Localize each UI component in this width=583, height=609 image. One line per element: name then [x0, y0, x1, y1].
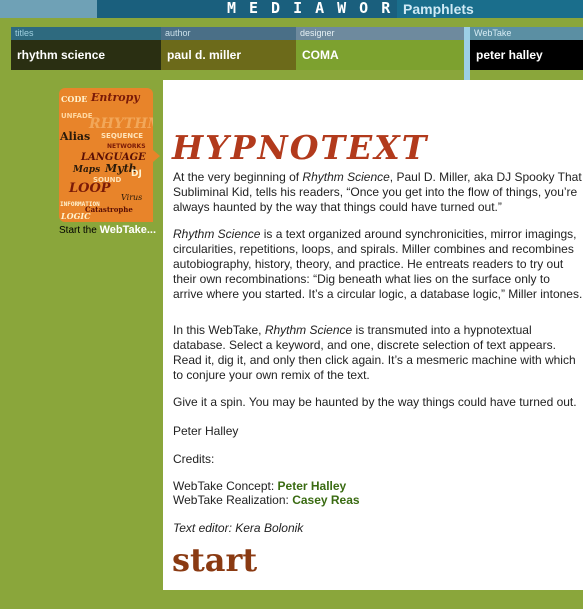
pamphlets-section[interactable]: Pamphlets [397, 0, 583, 18]
p3-book-title: Rhythm Science [264, 323, 353, 337]
start-webtake-hint[interactable]: Start the WebTake... [59, 224, 156, 236]
designer-value[interactable]: COMA [296, 40, 464, 70]
word-collage-image: CODE Entropy UNFADE RHYTHM Alias SEQUENC… [59, 91, 153, 221]
credit-concept: WebTake Concept: Peter Halley [173, 479, 583, 494]
author-column: author paul d. miller [161, 27, 296, 70]
thumb-word: Entropy [90, 91, 141, 104]
thumb-word: DJ [131, 169, 142, 179]
thumb-word: NETWORKS [107, 143, 146, 150]
p2-book-title: Rhythm Science [173, 227, 261, 241]
p1-text-a: At the very beginning of [173, 170, 303, 184]
designer-label: designer [296, 27, 464, 40]
editor-credit: Text editor: Kera Bolonik [173, 521, 304, 535]
webtake-label: WebTake [470, 27, 583, 40]
realization-label: WebTake Realization: [173, 493, 293, 507]
intro-paragraph: At the very beginning of Rhythm Science,… [173, 170, 583, 215]
designer-column: designer COMA [296, 27, 464, 70]
realization-name-link[interactable]: Casey Reas [292, 493, 359, 507]
description-paragraph: Rhythm Science is a text organized aroun… [173, 227, 583, 302]
thumb-word: CODE [61, 94, 87, 104]
thumbnail-pointer-icon [153, 150, 160, 162]
author-label: author [161, 27, 296, 40]
p1-book-title: Rhythm Science [302, 170, 390, 184]
concept-label: WebTake Concept: [173, 479, 278, 493]
thumb-word: Catastrophe [85, 205, 133, 214]
titles-value[interactable]: rhythm science [11, 40, 161, 70]
signature: Peter Halley [173, 424, 239, 438]
page-title: HYPNOTEXT [172, 128, 429, 167]
thumb-word: UNFADE [61, 112, 93, 120]
thumb-word: Virus [121, 193, 142, 202]
concept-name-link[interactable]: Peter Halley [278, 479, 347, 493]
start-button[interactable]: start [172, 541, 257, 579]
thumb-word: RHYTHM [88, 116, 153, 132]
credit-realization: WebTake Realization: Casey Reas [173, 493, 583, 508]
top-banner: MEDIAWORK Pamphlets [0, 0, 583, 18]
banner-left-block [0, 0, 97, 18]
webtake-thumbnail[interactable]: CODE Entropy UNFADE RHYTHM Alias SEQUENC… [59, 88, 153, 222]
p3-text-a: In this WebTake, [173, 323, 265, 337]
invitation-paragraph: Give it a spin. You may be haunted by th… [173, 395, 577, 409]
titles-label: titles [11, 27, 161, 40]
thumb-word: LOOP [68, 181, 112, 196]
thumb-word: Maps [72, 165, 100, 175]
start-webtake-link[interactable]: WebTake... [100, 224, 156, 236]
webtake-column: WebTake peter halley [470, 27, 583, 70]
thumb-word: LOGIC [60, 211, 91, 221]
banner-brand-block: MEDIAWORK [97, 0, 412, 18]
titles-column: titles rhythm science [11, 27, 161, 70]
webtake-value[interactable]: peter halley [470, 40, 583, 70]
credits-label: Credits: [173, 452, 215, 466]
pamphlets-label[interactable]: Pamphlets [403, 0, 474, 18]
author-value[interactable]: paul d. miller [161, 40, 296, 70]
webtake-paragraph: In this WebTake, Rhythm Science is trans… [173, 323, 583, 383]
thumb-word: Alias [59, 130, 90, 143]
thumb-word: SEQUENCE [101, 132, 143, 140]
start-hint-prefix: Start the [59, 225, 97, 236]
